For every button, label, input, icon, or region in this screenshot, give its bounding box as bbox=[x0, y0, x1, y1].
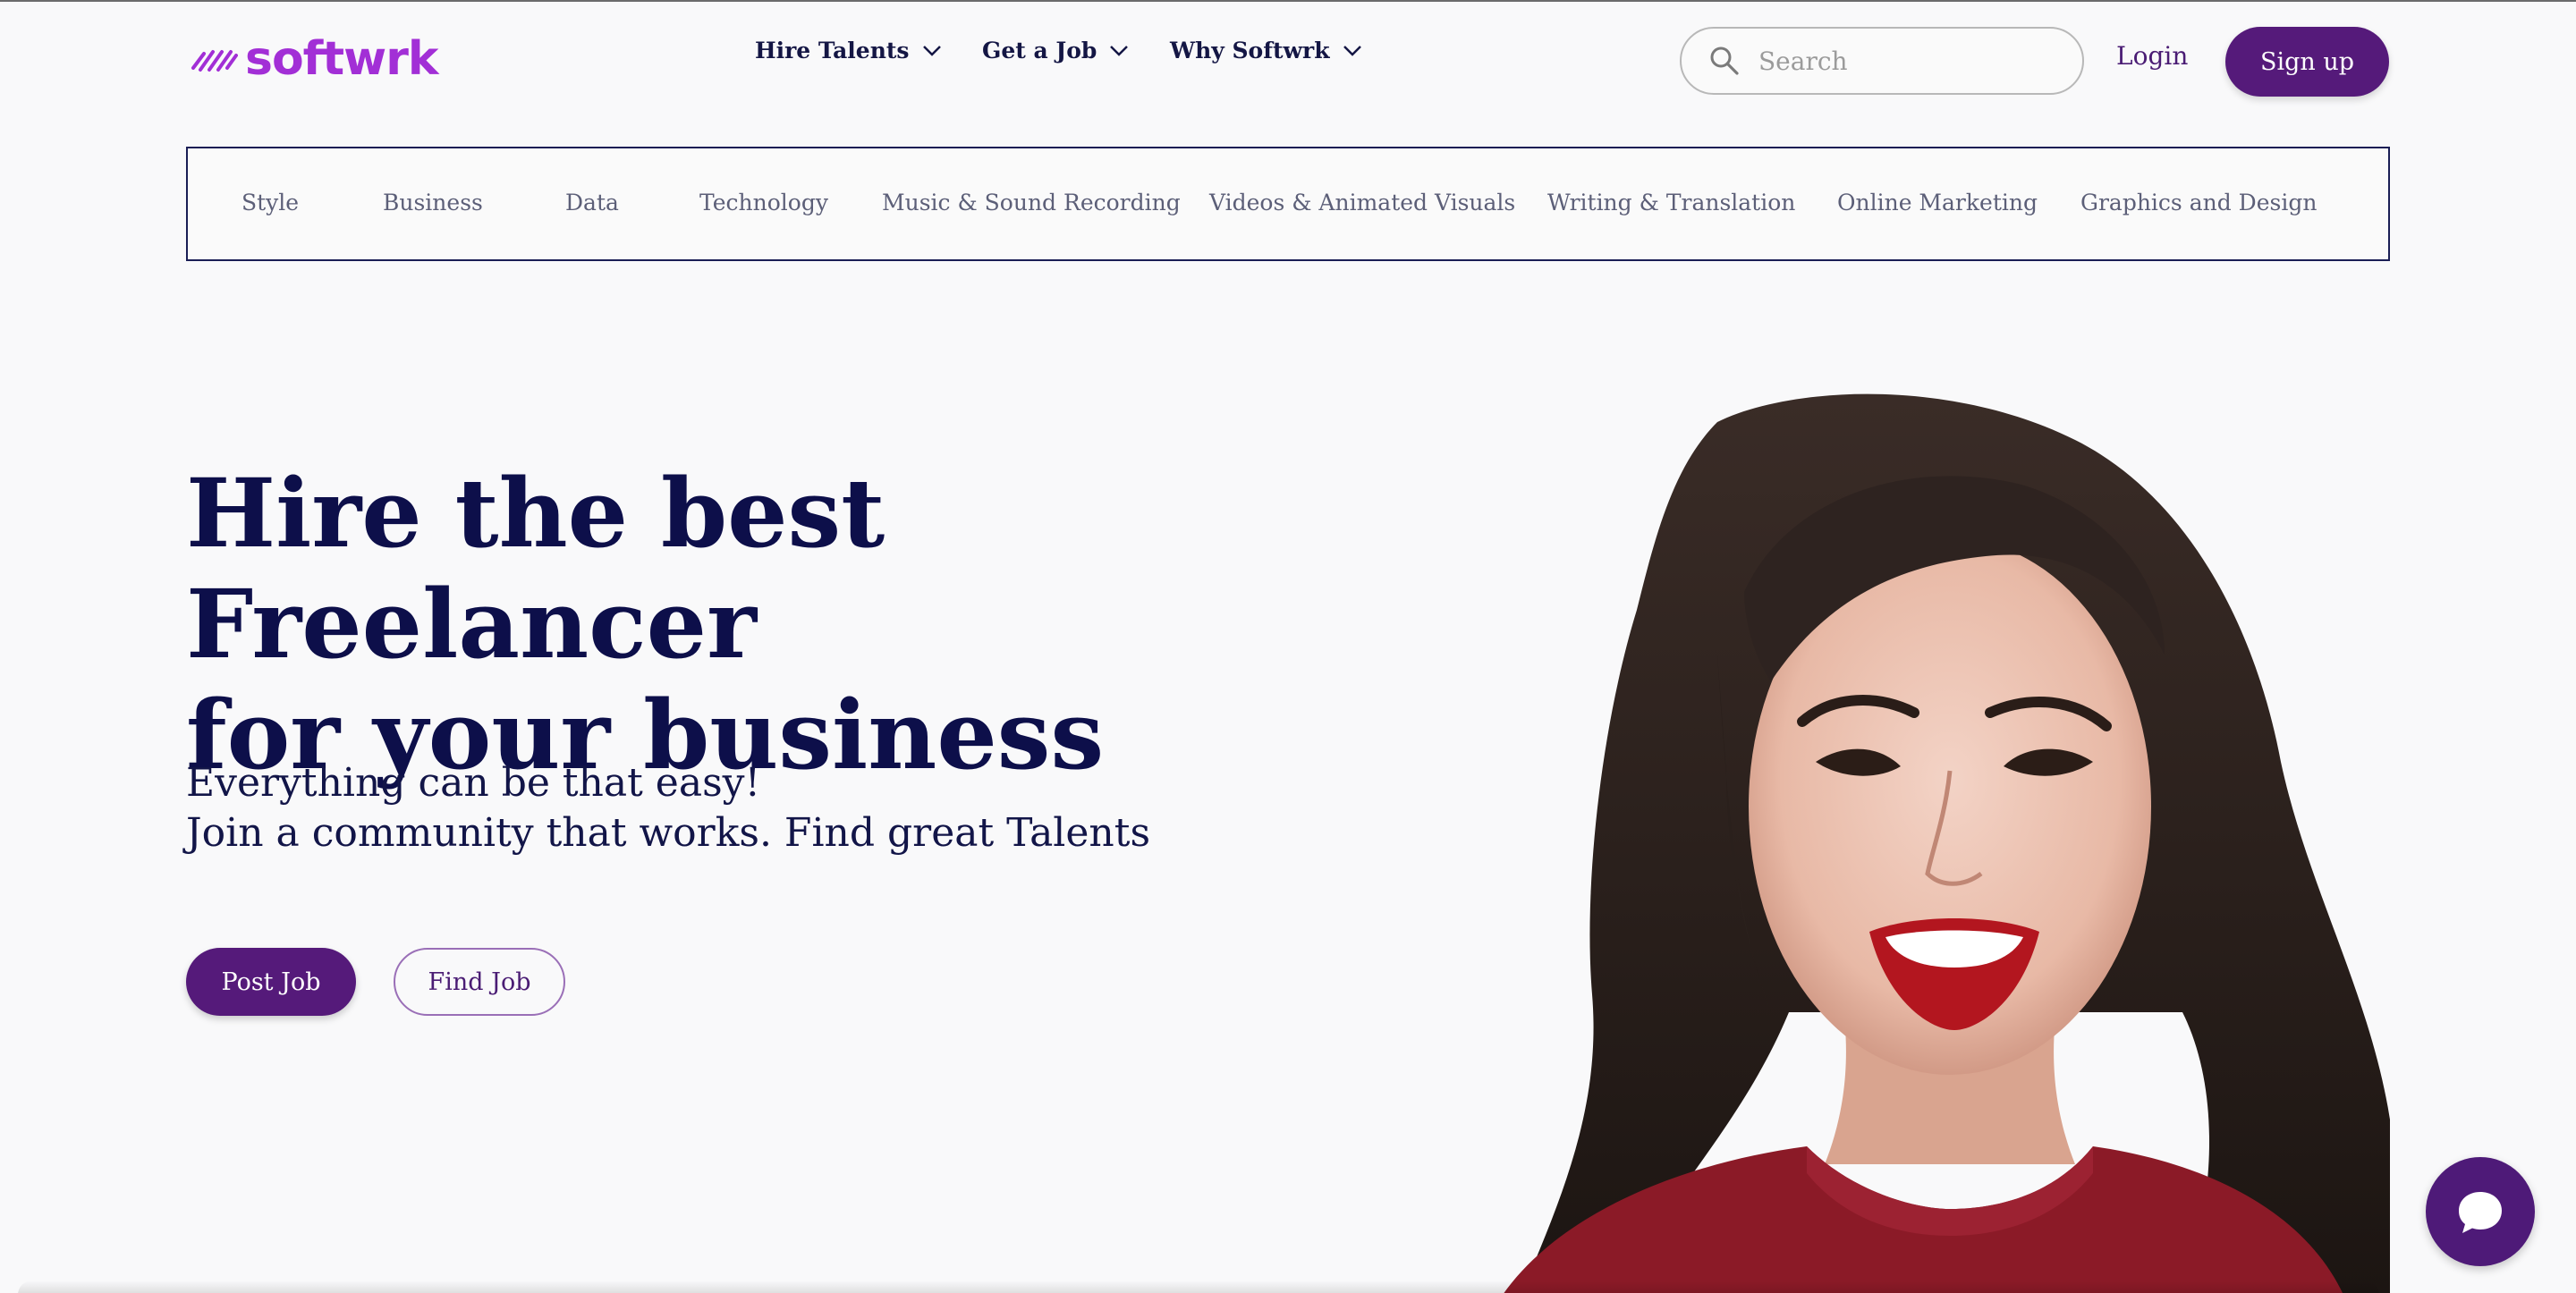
category-online-marketing[interactable]: Online Marketing bbox=[1837, 190, 2038, 216]
nav-get-a-job[interactable]: Get a Job bbox=[982, 38, 1129, 63]
search-box[interactable] bbox=[1680, 27, 2084, 95]
nav-hire-talents-label: Hire Talents bbox=[755, 38, 910, 63]
hero-portrait-image bbox=[1504, 393, 2390, 1293]
signup-button[interactable]: Sign up bbox=[2225, 27, 2389, 97]
category-data[interactable]: Data bbox=[565, 190, 619, 216]
nav-get-a-job-label: Get a Job bbox=[982, 38, 1097, 63]
category-bar: Style Business Data Technology Music & S… bbox=[186, 147, 2390, 261]
nav-hire-talents[interactable]: Hire Talents bbox=[755, 38, 942, 63]
login-link[interactable]: Login bbox=[2116, 41, 2188, 71]
search-input[interactable] bbox=[1758, 46, 2045, 76]
hero-title-line: Hire the best Freelancer bbox=[186, 457, 886, 680]
find-job-button[interactable]: Find Job bbox=[394, 948, 565, 1016]
category-graphics-design[interactable]: Graphics and Design bbox=[2080, 190, 2317, 216]
hero-title: Hire the best Freelancer for your busine… bbox=[186, 458, 1349, 790]
chevron-down-icon bbox=[1110, 45, 1129, 56]
softwrk-logo[interactable]: softwrk bbox=[190, 32, 438, 86]
category-technology[interactable]: Technology bbox=[699, 190, 828, 216]
chevron-down-icon bbox=[922, 45, 941, 56]
category-music[interactable]: Music & Sound Recording bbox=[882, 190, 1181, 216]
chat-button[interactable] bbox=[2426, 1157, 2535, 1266]
nav-why-softwrk[interactable]: Why Softwrk bbox=[1170, 38, 1362, 63]
bottom-shadow bbox=[18, 1280, 2379, 1293]
nav-why-softwrk-label: Why Softwrk bbox=[1170, 38, 1330, 63]
hero-subtitle: Everything can be that easy! Join a comm… bbox=[186, 758, 1349, 858]
logo-mark-icon bbox=[191, 50, 238, 72]
chevron-down-icon bbox=[1343, 45, 1361, 56]
hero-subtitle-line: Join a community that works. Find great … bbox=[186, 810, 1151, 856]
category-business[interactable]: Business bbox=[383, 190, 483, 216]
category-videos[interactable]: Videos & Animated Visuals bbox=[1209, 190, 1515, 216]
category-writing[interactable]: Writing & Translation bbox=[1547, 190, 1795, 216]
chat-bubble-icon bbox=[2459, 1192, 2502, 1233]
hero-subtitle-line: Everything can be that easy! bbox=[186, 760, 761, 806]
category-style[interactable]: Style bbox=[242, 190, 299, 216]
logo-text: softwrk bbox=[245, 32, 438, 86]
site-header: softwrk Hire Talents Get a Job Why Softw… bbox=[0, 2, 2576, 118]
post-job-button[interactable]: Post Job bbox=[186, 948, 356, 1016]
search-icon bbox=[1710, 46, 1739, 75]
